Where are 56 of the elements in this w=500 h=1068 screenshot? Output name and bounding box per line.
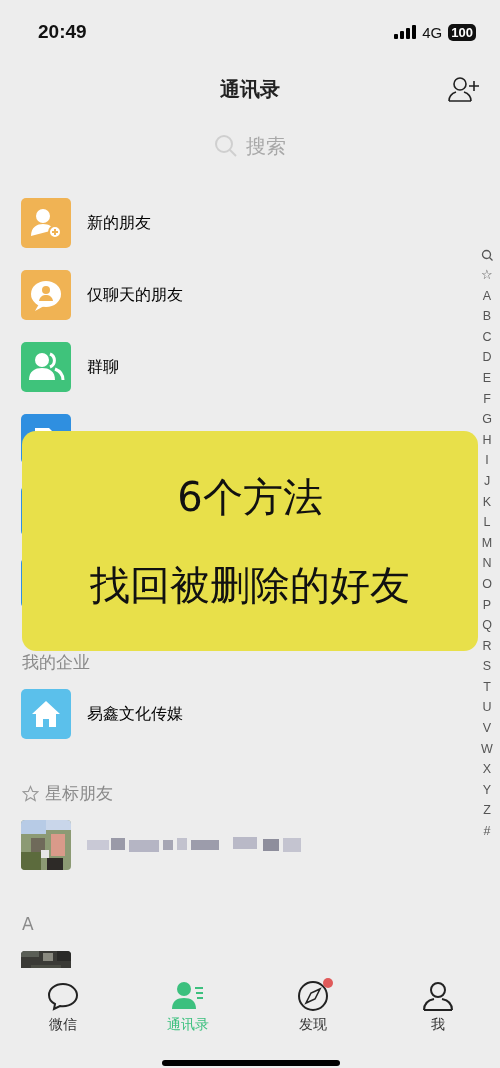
section-header: 我的企业 bbox=[22, 651, 90, 673]
index-letter[interactable]: G bbox=[482, 409, 492, 430]
index-letter[interactable]: N bbox=[482, 553, 492, 574]
index-letter[interactable]: Z bbox=[483, 800, 491, 822]
page-title: 通讯录 bbox=[220, 76, 280, 103]
list-item-label[interactable]: 新的朋友 bbox=[87, 212, 151, 234]
index-letter[interactable]: O bbox=[482, 573, 492, 595]
index-letter[interactable]: K bbox=[482, 491, 492, 513]
chat-bubble-icon bbox=[46, 980, 79, 1012]
compass-icon bbox=[296, 980, 329, 1012]
chat-bubble-icon bbox=[21, 270, 71, 320]
index-letter[interactable]: U bbox=[482, 697, 492, 719]
section-header: A bbox=[22, 913, 34, 935]
list-item-label[interactable]: 易鑫文化传媒 bbox=[87, 703, 183, 725]
signal-icon bbox=[394, 25, 417, 39]
tab[interactable]: 微信 bbox=[0, 968, 125, 1048]
clock-time: 20:49 bbox=[38, 21, 88, 43]
index-letter[interactable]: P bbox=[482, 594, 492, 616]
section-header: 星标朋友 bbox=[45, 782, 113, 804]
search-icon bbox=[214, 134, 238, 158]
network-label: 4G bbox=[422, 23, 443, 41]
person-list-icon bbox=[171, 980, 204, 1012]
house-icon bbox=[21, 689, 71, 739]
index-letter[interactable]: X bbox=[482, 759, 492, 780]
list-item-label[interactable]: 仅聊天的朋友 bbox=[87, 284, 183, 306]
index-letter[interactable]: S bbox=[482, 656, 492, 677]
index-letter[interactable]: T bbox=[483, 676, 491, 698]
index-letter[interactable]: # bbox=[483, 821, 491, 842]
person-plus-icon bbox=[21, 198, 71, 248]
index-letter[interactable]: E bbox=[482, 367, 492, 389]
index-letter[interactable]: M bbox=[481, 532, 493, 554]
banner-text: 6个方法 bbox=[177, 475, 323, 519]
index-letter[interactable]: J bbox=[483, 470, 491, 492]
index-letter[interactable]: A bbox=[482, 285, 492, 307]
index-letter[interactable]: Y bbox=[482, 779, 492, 801]
tab[interactable]: 我 bbox=[375, 968, 500, 1048]
index-letter[interactable]: ☆ bbox=[481, 265, 493, 286]
list-item-label[interactable]: 群聊 bbox=[87, 356, 119, 378]
index-letter[interactable]: R bbox=[482, 635, 492, 657]
index-letter[interactable]: B bbox=[482, 306, 492, 327]
index-letter[interactable]: H bbox=[482, 429, 492, 451]
people-icon bbox=[21, 342, 71, 392]
index-letter[interactable]: F bbox=[483, 388, 491, 410]
index-letter[interactable]: L bbox=[483, 512, 491, 533]
star-icon bbox=[22, 784, 39, 802]
add-contact-icon[interactable] bbox=[448, 75, 480, 103]
banner-text: 找回被删除的好友 bbox=[90, 563, 410, 607]
index-letter[interactable]: V bbox=[482, 718, 492, 739]
battery-level: 100 bbox=[448, 23, 476, 41]
index-letter[interactable]: Q bbox=[482, 615, 492, 636]
index-letter[interactable]: W bbox=[481, 738, 493, 760]
index-letter[interactable]: D bbox=[482, 347, 492, 368]
index-letter[interactable]: I bbox=[485, 450, 489, 471]
index-letter[interactable]: C bbox=[482, 326, 492, 348]
tab[interactable]: 发现 bbox=[250, 968, 375, 1048]
person-icon bbox=[421, 980, 454, 1012]
